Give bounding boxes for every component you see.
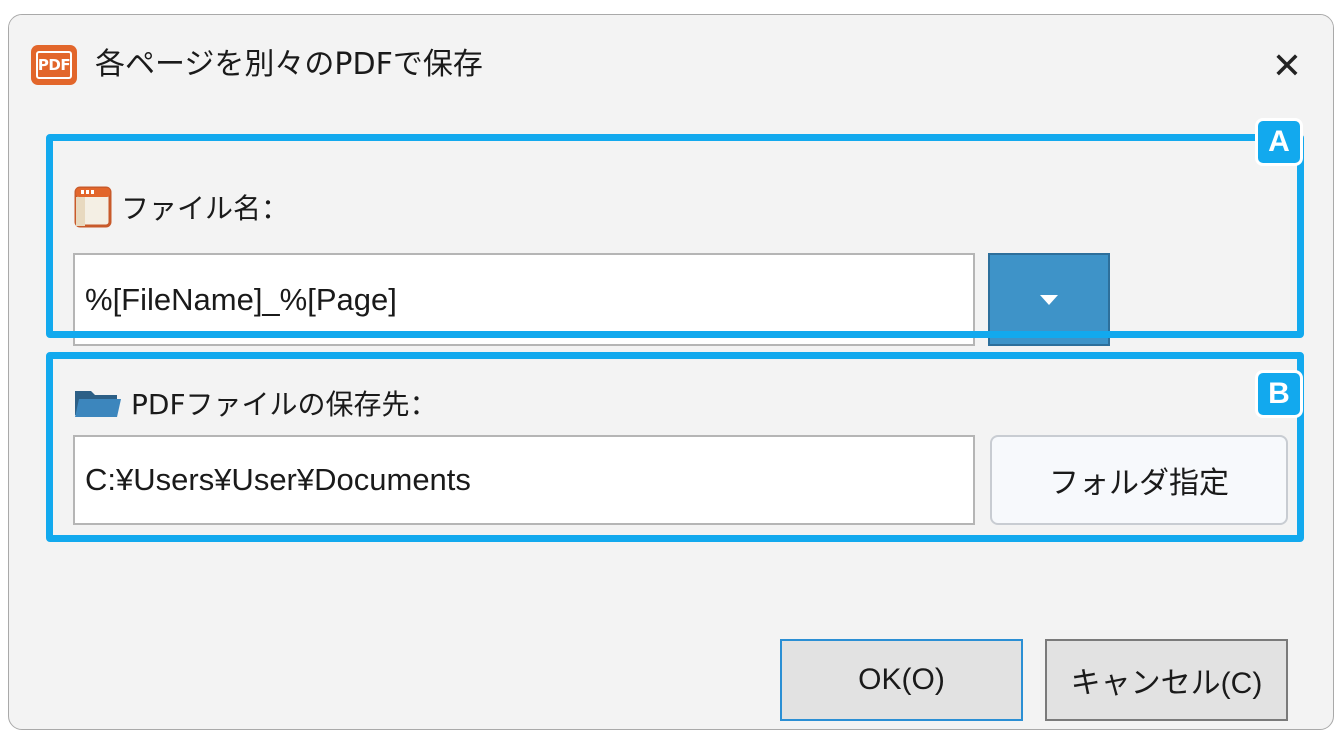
title-bar: PDF 各ページを別々のPDFで保存 ✕ [9, 15, 1333, 105]
dialog-title: 各ページを別々のPDFで保存 [95, 47, 483, 82]
highlight-frame-b [46, 352, 1304, 542]
pdf-icon-label: PDF [37, 56, 71, 74]
badge-b: B [1255, 370, 1303, 418]
pdf-icon: PDF [31, 45, 77, 85]
cancel-button[interactable]: キャンセル(C) [1045, 639, 1288, 721]
highlight-frame-a [46, 134, 1304, 338]
close-icon: ✕ [1271, 45, 1303, 86]
ok-button[interactable]: OK(O) [780, 639, 1023, 721]
badge-a: A [1255, 118, 1303, 166]
close-button[interactable]: ✕ [1259, 37, 1315, 93]
